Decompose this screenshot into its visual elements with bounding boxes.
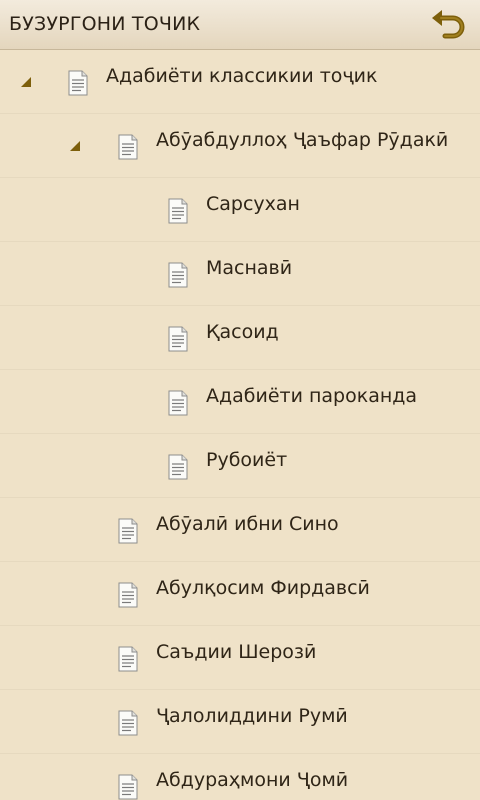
page-title: БУЗУРГОНИ ТОЧИК bbox=[9, 13, 201, 35]
document-icon bbox=[118, 646, 138, 672]
tree-item-label: Абӯабдуллоҳ Ҷаъфар Рӯдакӣ bbox=[156, 129, 449, 151]
document-icon bbox=[68, 70, 88, 96]
document-icon bbox=[118, 710, 138, 736]
tree-list: Адабиёти классикии тоҷик Абӯабдуллоҳ Ҷаъф… bbox=[0, 50, 480, 800]
document-icon bbox=[118, 774, 138, 800]
back-arrow-icon bbox=[432, 10, 465, 39]
document-icon bbox=[168, 198, 188, 224]
tree-item-label: Адабиёти пароканда bbox=[206, 385, 418, 407]
expand-triangle-icon[interactable] bbox=[19, 75, 33, 89]
tree-item-label: Адабиёти классикии тоҷик bbox=[106, 65, 378, 87]
document-icon bbox=[168, 454, 188, 480]
expand-triangle-icon[interactable] bbox=[68, 139, 82, 153]
tree-item[interactable]: Рубоиёт bbox=[0, 434, 480, 498]
tree-item-label: Абӯалӣ ибни Сино bbox=[156, 513, 339, 535]
tree-item[interactable]: Адабиёти пароканда bbox=[0, 370, 480, 434]
tree-item[interactable]: Абӯалӣ ибни Сино bbox=[0, 498, 480, 562]
header-bar: БУЗУРГОНИ ТОЧИК bbox=[0, 0, 480, 50]
document-icon bbox=[168, 262, 188, 288]
tree-item-label: Маснавӣ bbox=[206, 257, 293, 279]
app-window: БУЗУРГОНИ ТОЧИК Адабиёти классикии тоҷик… bbox=[0, 0, 480, 800]
tree-item-label: Рубоиёт bbox=[206, 449, 288, 471]
tree-item[interactable]: Абӯабдуллоҳ Ҷаъфар Рӯдакӣ bbox=[0, 114, 480, 178]
document-icon bbox=[118, 134, 138, 160]
tree-item[interactable]: Сарсухан bbox=[0, 178, 480, 242]
tree-item[interactable]: Абдураҳмони Ҷомӣ bbox=[0, 754, 480, 800]
tree-item[interactable]: Маснавӣ bbox=[0, 242, 480, 306]
tree-item-label: Саъдии Шерозӣ bbox=[156, 641, 317, 663]
tree-item[interactable]: Қасоид bbox=[0, 306, 480, 370]
tree-item-label: Абулқосим Фирдавсӣ bbox=[156, 577, 370, 599]
tree-item[interactable]: Саъдии Шерозӣ bbox=[0, 626, 480, 690]
document-icon bbox=[118, 518, 138, 544]
tree-item-label: Қасоид bbox=[206, 321, 279, 343]
tree-item[interactable]: Адабиёти классикии тоҷик bbox=[0, 50, 480, 114]
tree-item[interactable]: Абулқосим Фирдавсӣ bbox=[0, 562, 480, 626]
document-icon bbox=[118, 582, 138, 608]
document-icon bbox=[168, 326, 188, 352]
back-button[interactable] bbox=[428, 7, 468, 43]
tree-item-label: Абдураҳмони Ҷомӣ bbox=[156, 769, 349, 791]
document-icon bbox=[168, 390, 188, 416]
tree-item[interactable]: Ҷалолиддини Румӣ bbox=[0, 690, 480, 754]
tree-item-label: Сарсухан bbox=[206, 193, 300, 215]
tree-item-label: Ҷалолиддини Румӣ bbox=[156, 705, 348, 727]
